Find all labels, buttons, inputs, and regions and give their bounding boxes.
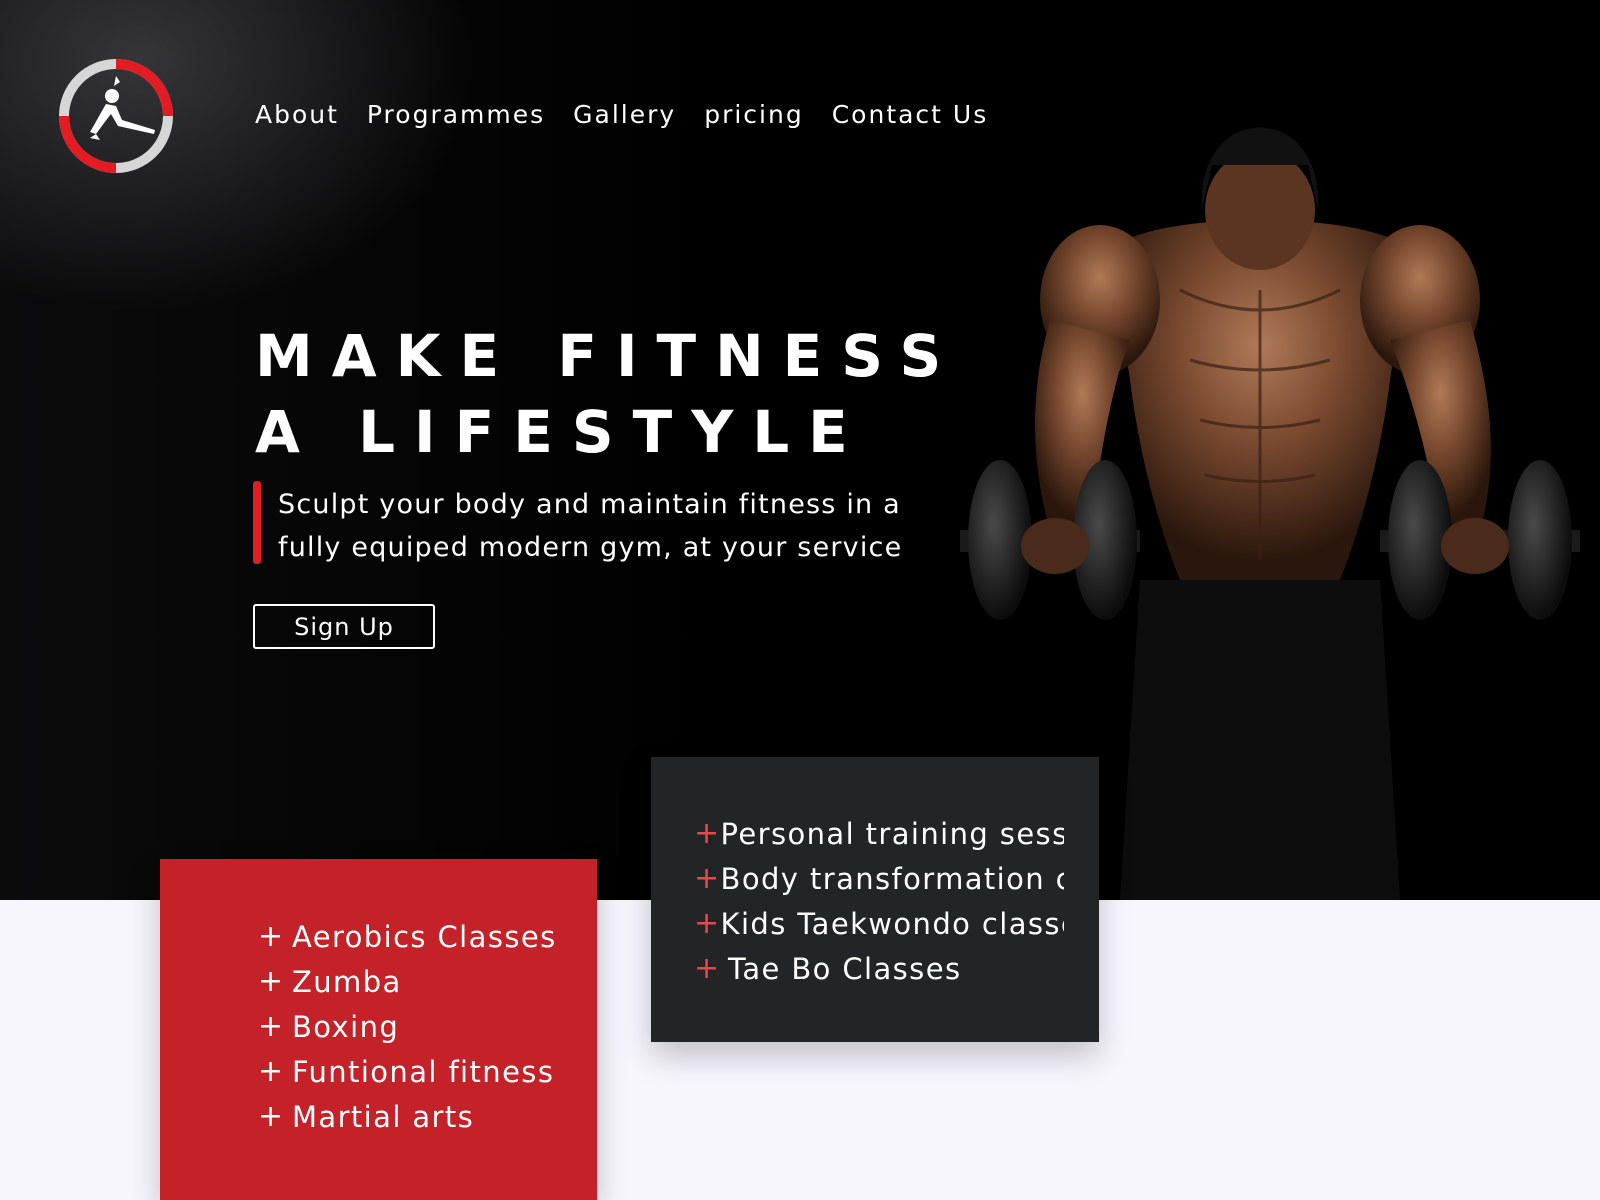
list-item[interactable]: + Zumba [258,959,557,1004]
programmes-card-primary: + Aerobics Classes + Zumba + Boxing + Funtio… [160,859,597,1200]
plus-icon: + [258,919,285,954]
list-item-label: Aerobics Classes [292,919,557,954]
list-item-label: Boxing [292,1009,400,1044]
list-item-label: Tae Bo Classes [728,951,962,986]
list-item-label: Kids Taekwondo classe [720,906,1064,941]
list-item[interactable]: + Tae Bo Classes [694,946,1064,991]
list-item-label: Body transformation ch [720,861,1064,896]
hero-headline: MAKE FITNESS A LIFESTYLE [255,318,975,470]
headline-line-2: A LIFESTYLE [255,398,867,466]
list-item[interactable]: + Body transformation ch [694,856,1064,901]
hero-tagline: Sculpt your body and maintain fitness in… [278,483,918,569]
list-item-label: Personal training sessio [720,816,1064,851]
nav-item-programmes[interactable]: Programmes [367,100,545,129]
list-item-label: Martial arts [292,1099,475,1134]
plus-icon: + [694,906,721,941]
plus-icon: + [694,861,721,896]
list-item[interactable]: + Personal training sessio [694,811,1064,856]
list-item-label: Zumba [292,964,402,999]
headline-line-1: MAKE FITNESS [255,322,961,390]
list-item[interactable]: + Kids Taekwondo classe [694,901,1064,946]
programmes-card-secondary: + Personal training sessio + Body transfor… [651,757,1099,1042]
plus-icon: + [258,1009,285,1044]
list-item-label: Funtional fitness [292,1054,555,1089]
list-item[interactable]: + Boxing [258,1004,557,1049]
plus-icon: + [258,1099,285,1134]
tagline-line-1: Sculpt your body and maintain fitness in… [278,489,901,520]
list-item[interactable]: + Aerobics Classes [258,914,557,959]
plus-icon: + [258,964,285,999]
programmes-list-secondary: + Personal training sessio + Body transfor… [694,811,1064,991]
list-item[interactable]: + Martial arts [258,1094,557,1139]
tagline-line-2: fully equiped modern gym, at your servic… [278,532,903,563]
plus-icon: + [694,816,721,851]
tagline-accent-bar [253,481,261,564]
dancer-logo-icon[interactable] [56,56,176,176]
nav-item-gallery[interactable]: Gallery [573,100,676,129]
main-nav: About Programmes Gallery pricing Contact… [255,100,988,129]
plus-icon: + [694,951,721,986]
plus-icon: + [258,1054,285,1089]
programmes-list-primary: + Aerobics Classes + Zumba + Boxing + Funtio… [258,914,557,1139]
sign-up-button[interactable]: Sign Up [253,604,435,649]
nav-item-about[interactable]: About [255,100,339,129]
list-item[interactable]: + Funtional fitness [258,1049,557,1094]
nav-item-pricing[interactable]: pricing [704,100,804,129]
